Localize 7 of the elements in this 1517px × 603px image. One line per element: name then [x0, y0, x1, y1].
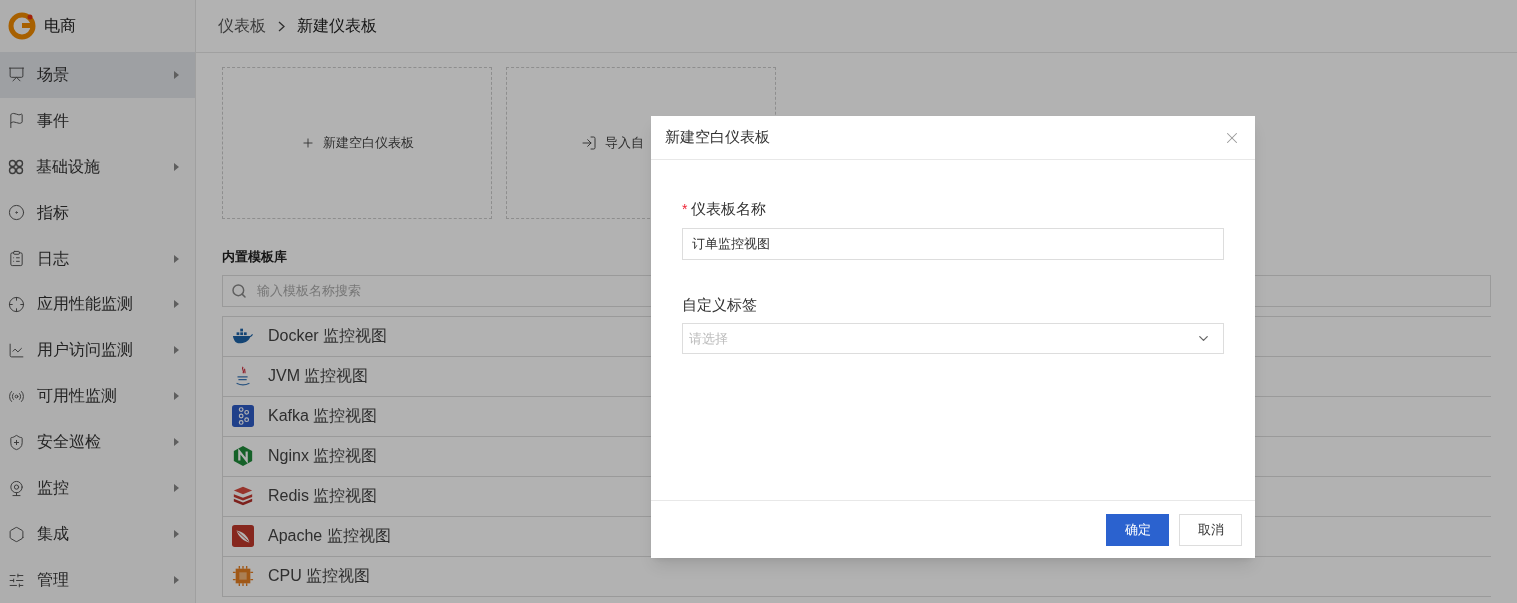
field-label: 自定义标签: [682, 294, 757, 315]
breadcrumb-item: 新建仪表板: [297, 16, 377, 36]
field-label: 仪表板名称: [691, 199, 767, 219]
app-name: 电商: [44, 15, 76, 36]
dialog-title: 新建空白仪表板: [665, 127, 770, 148]
section-title: 内置模板库: [222, 248, 288, 266]
required-mark: *: [682, 199, 688, 219]
